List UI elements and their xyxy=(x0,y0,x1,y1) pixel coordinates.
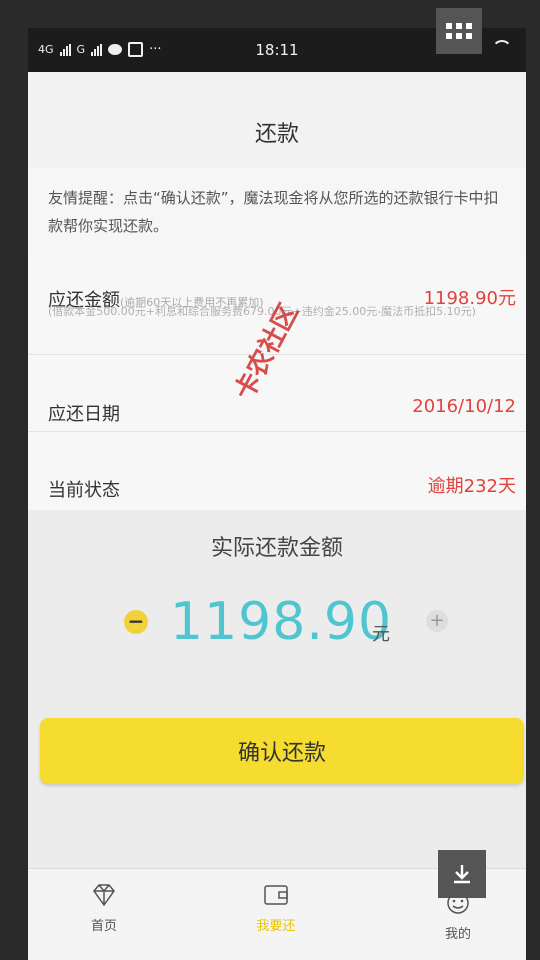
amount-stepper: − 1198.90 元 + xyxy=(28,592,526,666)
current-status-value: 逾期232天 xyxy=(427,476,516,497)
tab-repay-label: 我要还 xyxy=(256,919,296,934)
download-arrow-icon xyxy=(454,865,470,884)
repay-amount-value[interactable]: 1198.90 xyxy=(170,592,392,652)
confirm-repay-button[interactable]: 确认还款 xyxy=(40,718,524,784)
status-right xyxy=(492,40,512,52)
due-date-value: 2016/10/12 xyxy=(412,396,516,417)
current-status-row: 当前状态 逾期232天 xyxy=(28,432,526,510)
tab-home[interactable]: 首页 xyxy=(54,883,154,934)
diamond-icon xyxy=(93,884,115,907)
tip-text: 友情提醒：点击“确认还款”，魔法现金将从您所选的还款银行卡中扣款帮你实现还款。 xyxy=(48,189,499,235)
tip-banner: 友情提醒：点击“确认还款”，魔法现金将从您所选的还款银行卡中扣款帮你实现还款。 xyxy=(28,168,526,255)
wifi-icon xyxy=(492,40,512,52)
tab-home-label: 首页 xyxy=(90,919,117,934)
tab-mine[interactable]: 我的 xyxy=(408,891,508,942)
phone-screen: 4G G ··· 18:11 还款 友情提醒：点击“确认还款”，魔法现金将从您所… xyxy=(28,28,526,960)
current-status-label: 当前状态 xyxy=(48,480,120,501)
tab-mine-label: 我的 xyxy=(444,927,471,942)
increase-button[interactable]: + xyxy=(426,610,448,632)
amount-unit: 元 xyxy=(372,624,390,645)
tab-repay[interactable]: 我要还 xyxy=(226,883,326,934)
due-date-label: 应还日期 xyxy=(48,404,120,425)
wallet-icon xyxy=(264,885,288,905)
page-title: 还款 xyxy=(254,122,299,147)
decrease-button[interactable]: − xyxy=(124,610,148,634)
grid-menu-icon[interactable] xyxy=(436,8,482,54)
nav-bar: 还款 xyxy=(28,72,526,169)
actual-repay-label: 实际还款金额 xyxy=(210,536,343,561)
download-icon[interactable] xyxy=(438,850,486,898)
